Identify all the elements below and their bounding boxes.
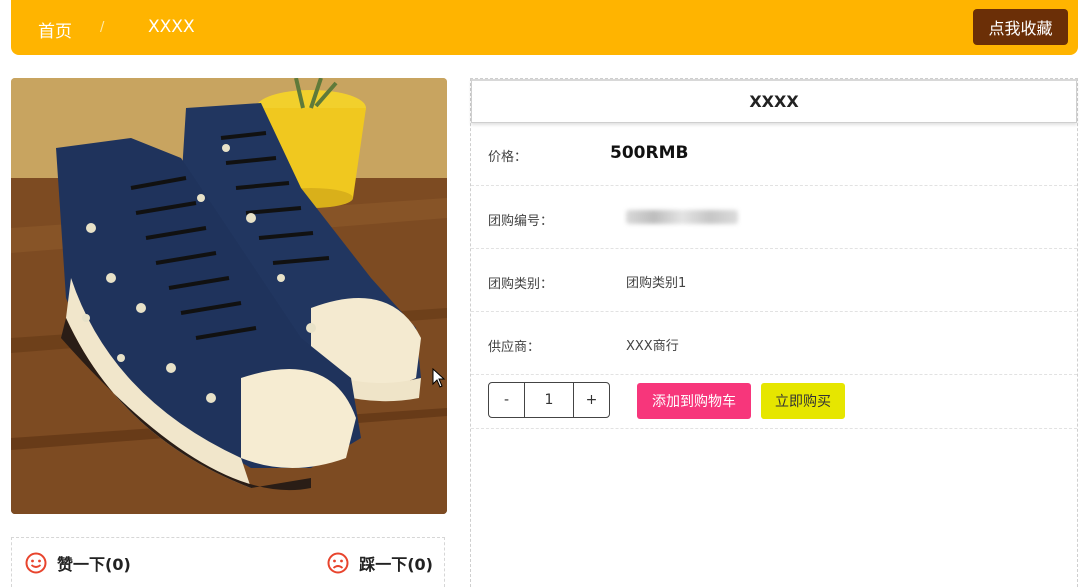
group-id-value-redacted [626,210,738,224]
add-to-cart-button[interactable]: 添加到购物车 [637,383,751,419]
buy-now-button[interactable]: 立即购买 [761,383,845,419]
price-value: 500RMB [610,143,689,163]
group-id-label: 团购编号： [488,214,554,229]
product-image [11,78,447,514]
supplier-row: 供应商： XXX商行 [471,312,1077,375]
supplier-label: 供应商： [488,340,541,355]
like-label: 赞一下(0) [57,555,131,574]
breadcrumb-current: XXXX [148,17,195,37]
top-bar: 首页 / XXXX 点我收藏 [11,0,1078,55]
quantity-decrease-button[interactable]: - [489,383,524,417]
breadcrumb-separator: / [100,20,105,35]
smile-face-icon [25,552,47,574]
quantity-input[interactable] [524,383,574,417]
group-category-label: 团购类别： [488,277,554,292]
group-category-row: 团购类别： 团购类别1 [471,249,1077,312]
favorite-button[interactable]: 点我收藏 [973,9,1068,45]
dislike-label: 踩一下(0) [359,555,433,574]
vote-bar: 赞一下(0) 踩一下(0) [11,537,445,587]
quantity-stepper: - + [488,382,610,418]
price-label: 价格： [488,150,528,165]
product-title: XXXX [471,79,1077,123]
price-row: 价格： 500RMB [471,123,1077,186]
quantity-increase-button[interactable]: + [574,383,609,417]
group-id-row: 团购编号： [471,186,1077,249]
group-category-value: 团购类别1 [626,276,687,291]
breadcrumb-home-link[interactable]: 首页 [38,17,72,42]
dislike-button[interactable]: 踩一下(0) [327,551,433,575]
sad-face-icon [327,552,349,574]
product-info-panel: XXXX 价格： 500RMB 团购编号： 团购类别： 团购类别1 供应商： X… [470,78,1078,587]
supplier-value: XXX商行 [626,339,679,354]
like-button[interactable]: 赞一下(0) [25,551,131,575]
mouse-cursor-icon [432,368,446,388]
